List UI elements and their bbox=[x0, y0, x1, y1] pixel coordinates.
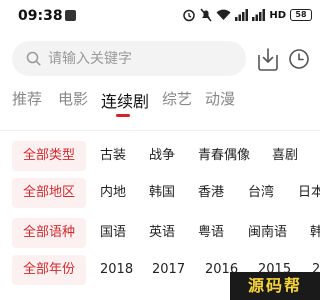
filter-row-type: 全部类型 古装 战争 青春偶像 喜剧 bbox=[0, 141, 320, 171]
tab-recommend[interactable]: 推荐 bbox=[12, 88, 42, 109]
status-icons: HD 58 bbox=[182, 7, 312, 23]
clock-icon bbox=[289, 49, 309, 69]
battery-icon: 58 bbox=[290, 9, 312, 21]
search-box[interactable] bbox=[12, 41, 246, 76]
filter-row-region: 全部地区 内地 韩国 香港 台湾 日本 bbox=[0, 178, 320, 208]
download-button[interactable] bbox=[256, 46, 280, 72]
mute-icon bbox=[200, 8, 212, 22]
tab-anime[interactable]: 动漫 bbox=[205, 88, 235, 109]
signal-icon bbox=[235, 9, 249, 21]
signal-icon-2 bbox=[252, 9, 266, 21]
status-time: 09:38 bbox=[18, 8, 63, 24]
filter-option[interactable]: 韩国 bbox=[149, 178, 175, 208]
filter-label-type[interactable]: 全部类型 bbox=[12, 141, 86, 171]
filter-option[interactable]: 台湾 bbox=[248, 178, 274, 208]
filter-option[interactable]: 韩 bbox=[310, 218, 320, 248]
category-tabs: 推荐 电影 连续剧 综艺 动漫 bbox=[0, 88, 320, 118]
filter-label-region[interactable]: 全部地区 bbox=[12, 178, 86, 208]
filter-option[interactable]: 青春偶像 bbox=[198, 141, 250, 171]
filter-label-language[interactable]: 全部语种 bbox=[12, 218, 86, 248]
filter-option[interactable]: 2018 bbox=[100, 255, 133, 285]
filter-label-year[interactable]: 全部年份 bbox=[12, 255, 86, 285]
search-input[interactable] bbox=[48, 41, 238, 76]
filter-option[interactable]: 2017 bbox=[152, 255, 185, 285]
tab-variety[interactable]: 综艺 bbox=[162, 88, 192, 109]
tab-movie[interactable]: 电影 bbox=[58, 88, 88, 109]
hd-label: HD bbox=[269, 9, 286, 21]
filter-option[interactable]: 战争 bbox=[149, 141, 175, 171]
notification-icon bbox=[65, 10, 76, 21]
wifi-icon bbox=[216, 9, 231, 20]
tab-series[interactable]: 连续剧 bbox=[101, 88, 149, 112]
active-tab-indicator bbox=[116, 114, 130, 117]
filter-row-language: 全部语种 国语 英语 粤语 闽南语 韩 bbox=[0, 218, 320, 248]
filter-option[interactable]: 内地 bbox=[100, 178, 126, 208]
alarm-icon bbox=[183, 9, 196, 22]
status-bar: 09:38 HD 58 bbox=[0, 0, 320, 30]
filter-option[interactable]: 喜剧 bbox=[272, 141, 298, 171]
download-icon bbox=[258, 48, 278, 71]
filter-option[interactable]: 国语 bbox=[100, 218, 126, 248]
filter-option[interactable]: 日本 bbox=[298, 178, 320, 208]
filter-option[interactable]: 英语 bbox=[149, 218, 175, 248]
filter-option[interactable]: 古装 bbox=[100, 141, 126, 171]
filter-option[interactable]: 闽南语 bbox=[248, 218, 287, 248]
watermark: 源码帮 bbox=[230, 272, 320, 300]
filter-option[interactable]: 粤语 bbox=[198, 218, 224, 248]
search-icon bbox=[26, 51, 41, 66]
filter-option[interactable]: 香港 bbox=[198, 178, 224, 208]
divider bbox=[0, 130, 320, 131]
history-button[interactable] bbox=[288, 48, 310, 70]
